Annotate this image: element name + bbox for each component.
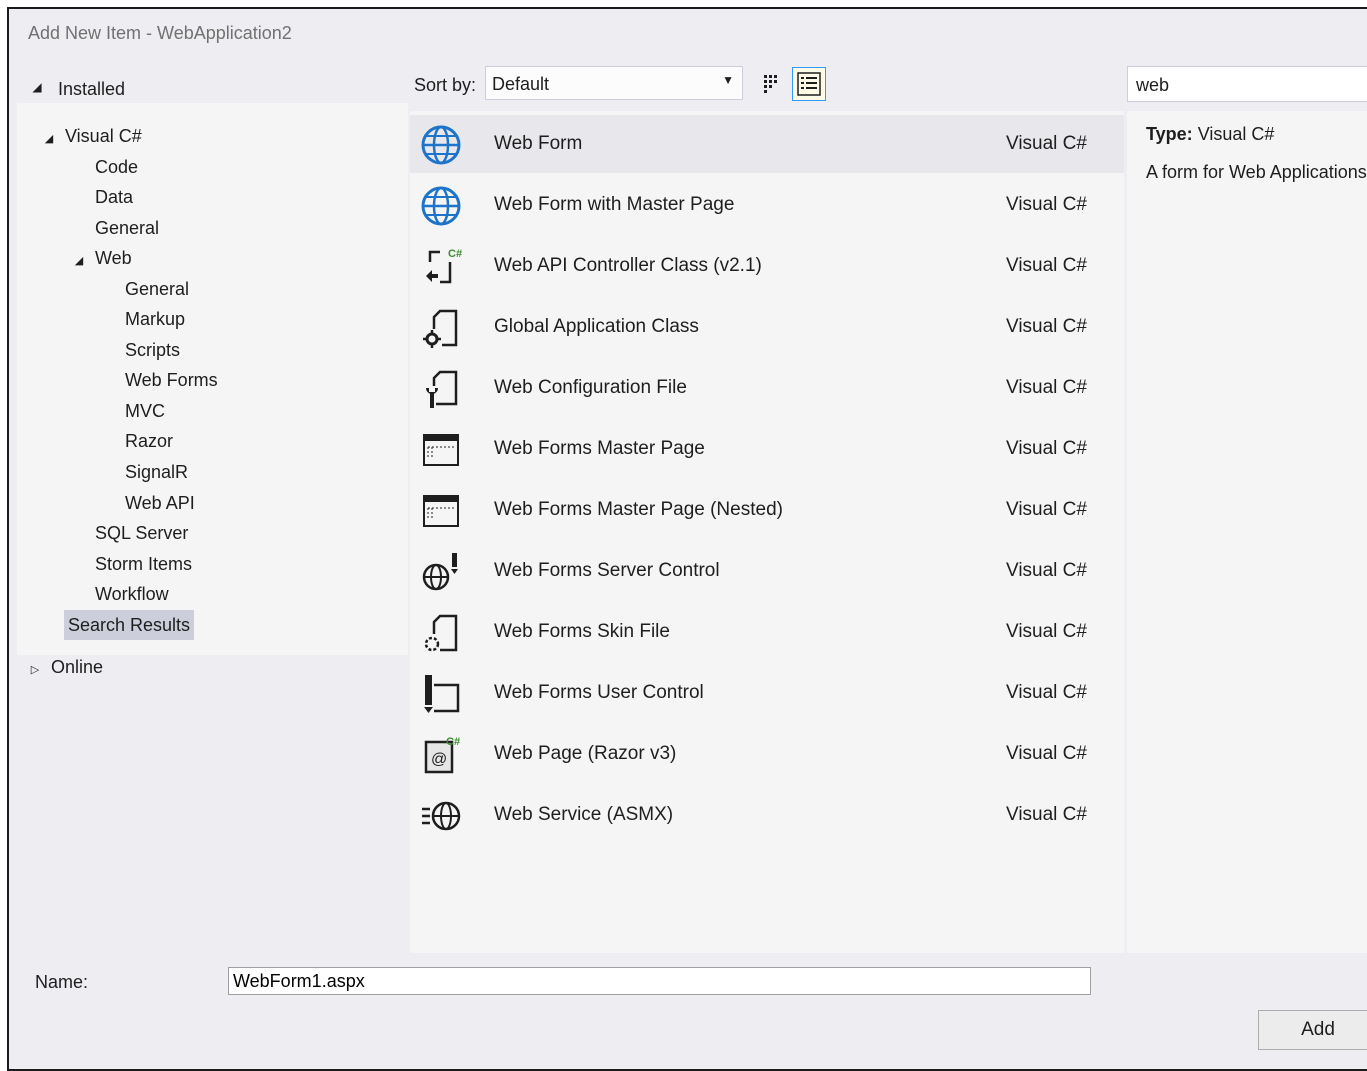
template-row-web-service[interactable]: Web Service (ASMX) Visual C# bbox=[410, 786, 1124, 844]
template-row-web-form[interactable]: Web Form Visual C# bbox=[410, 115, 1124, 173]
template-row-global-application-class[interactable]: Global Application Class Visual C# bbox=[410, 298, 1124, 356]
tree-item-markup[interactable]: Markup bbox=[125, 304, 185, 334]
template-row-razor-page[interactable]: @ C# Web Page (Razor v3) Visual C# bbox=[410, 725, 1124, 783]
tree-item-mvc[interactable]: MVC bbox=[125, 396, 165, 426]
sort-by-dropdown[interactable]: Default ▼ bbox=[485, 66, 743, 100]
template-row-user-control[interactable]: Web Forms User Control Visual C# bbox=[410, 664, 1124, 722]
expanded-triangle-icon[interactable]: ◢ bbox=[71, 246, 87, 276]
tree-item-workflow[interactable]: Workflow bbox=[95, 579, 169, 609]
grid-view-icon bbox=[764, 75, 777, 93]
tree-item-web-api[interactable]: Web API bbox=[125, 488, 195, 518]
tree-item-signalr[interactable]: SignalR bbox=[125, 457, 188, 487]
template-name: Web Configuration File bbox=[494, 377, 687, 398]
template-row-master-page-nested[interactable]: Web Forms Master Page (Nested) Visual C# bbox=[410, 481, 1124, 539]
globe-icon bbox=[421, 186, 461, 226]
tree-item-storm-items[interactable]: Storm Items bbox=[95, 549, 192, 579]
template-row-skin-file[interactable]: Web Forms Skin File Visual C# bbox=[410, 603, 1124, 661]
template-name: Web Forms User Control bbox=[494, 682, 704, 703]
master-page-icon bbox=[423, 434, 459, 466]
dropdown-arrow-icon: ▼ bbox=[722, 73, 734, 87]
template-name: Global Application Class bbox=[494, 316, 699, 337]
category-tree: ◢ Visual C# Code Data General ◢ Web Genera… bbox=[17, 103, 408, 655]
template-name: Web Forms Master Page (Nested) bbox=[494, 499, 783, 520]
search-value: web bbox=[1136, 75, 1170, 95]
template-row-web-api-controller[interactable]: C# Web API Controller Class (v2.1) Visua… bbox=[410, 237, 1124, 295]
skin-file-icon bbox=[424, 614, 458, 652]
svg-text:C#: C# bbox=[446, 736, 460, 748]
template-name: Web API Controller Class (v2.1) bbox=[494, 255, 762, 276]
template-row-web-configuration-file[interactable]: Web Configuration File Visual C# bbox=[410, 359, 1124, 417]
template-name: Web Forms Server Control bbox=[494, 560, 720, 581]
template-language: Visual C# bbox=[1006, 682, 1087, 703]
tree-item-general[interactable]: General bbox=[95, 213, 159, 243]
item-description: A form for Web Applications bbox=[1146, 162, 1367, 182]
tree-item-data[interactable]: Data bbox=[95, 182, 133, 212]
type-value: Visual C# bbox=[1197, 124, 1275, 144]
expanded-triangle-icon[interactable]: ◢ bbox=[29, 80, 45, 94]
globe-icon bbox=[421, 125, 461, 165]
tree-item-web[interactable]: ◢ Web bbox=[71, 243, 132, 273]
tree-item-web-forms[interactable]: Web Forms bbox=[125, 365, 218, 395]
template-name: Web Forms Master Page bbox=[494, 438, 705, 459]
globe-control-icon bbox=[422, 553, 458, 591]
svg-text:C#: C# bbox=[448, 248, 462, 260]
tree-item-scripts[interactable]: Scripts bbox=[125, 335, 180, 365]
title-bar: Add New Item - WebApplication2 bbox=[9, 9, 1367, 59]
gear-file-icon bbox=[423, 309, 458, 348]
template-language: Visual C# bbox=[1006, 621, 1087, 642]
sort-by-value: Default bbox=[492, 74, 550, 94]
online-node[interactable]: ▷ Online bbox=[27, 657, 103, 678]
small-icons-view-button[interactable] bbox=[755, 67, 789, 101]
tree-item-razor[interactable]: Razor bbox=[125, 426, 173, 456]
search-installed-input[interactable]: web bbox=[1127, 66, 1367, 102]
type-label: Type: bbox=[1146, 124, 1193, 144]
template-language: Visual C# bbox=[1006, 499, 1087, 520]
wrench-file-icon bbox=[426, 370, 458, 408]
template-name: Web Forms Skin File bbox=[494, 621, 670, 642]
dialog-title: Add New Item - WebApplication2 bbox=[28, 23, 292, 43]
details-panel: Type: Visual C# A form for Web Applicati… bbox=[1127, 111, 1367, 953]
template-language: Visual C# bbox=[1006, 255, 1087, 276]
template-language: Visual C# bbox=[1006, 560, 1087, 581]
template-language: Visual C# bbox=[1006, 316, 1087, 337]
template-language: Visual C# bbox=[1006, 438, 1087, 459]
template-row-master-page[interactable]: Web Forms Master Page Visual C# bbox=[410, 420, 1124, 478]
add-button[interactable]: Add bbox=[1258, 1010, 1367, 1050]
master-page-icon bbox=[423, 495, 459, 527]
user-control-icon bbox=[424, 675, 460, 713]
template-name: Web Service (ASMX) bbox=[494, 804, 674, 825]
razor-page-icon: @ C# bbox=[424, 736, 460, 774]
template-row-web-form-master[interactable]: Web Form with Master Page Visual C# bbox=[410, 176, 1124, 234]
template-language: Visual C# bbox=[1006, 377, 1087, 398]
installed-node[interactable]: ◢ Installed bbox=[17, 67, 408, 103]
name-label: Name: bbox=[35, 972, 89, 992]
template-language: Visual C# bbox=[1006, 194, 1087, 215]
template-language: Visual C# bbox=[1006, 743, 1087, 764]
type-line: Type: Visual C# bbox=[1146, 124, 1274, 145]
name-input[interactable] bbox=[228, 967, 1091, 995]
tree-item-sql-server[interactable]: SQL Server bbox=[95, 518, 188, 548]
list-view-icon bbox=[797, 72, 821, 96]
add-new-item-dialog: Add New Item - WebApplication2 ◢ Install… bbox=[7, 7, 1367, 1071]
expanded-triangle-icon[interactable]: ◢ bbox=[41, 124, 57, 154]
template-row-server-control[interactable]: Web Forms Server Control Visual C# bbox=[410, 542, 1124, 600]
list-view-button[interactable] bbox=[792, 67, 826, 101]
template-language: Visual C# bbox=[1006, 133, 1087, 154]
tree-item-web-general[interactable]: General bbox=[125, 274, 189, 304]
sort-by-label: Sort by: bbox=[414, 75, 477, 95]
template-name: Web Page (Razor v3) bbox=[494, 743, 677, 764]
template-name: Web Form bbox=[494, 133, 583, 154]
web-service-icon bbox=[422, 801, 461, 831]
collapsed-triangle-icon[interactable]: ▷ bbox=[27, 663, 43, 676]
template-list: Web Form Visual C# Web Form with Master … bbox=[410, 111, 1124, 953]
tree-item-code[interactable]: Code bbox=[95, 152, 138, 182]
svg-text:@: @ bbox=[431, 751, 447, 768]
installed-label: Installed bbox=[58, 79, 126, 99]
tree-item-search-results[interactable]: Search Results bbox=[64, 610, 195, 640]
template-name: Web Form with Master Page bbox=[494, 194, 735, 215]
tree-item-visual-csharp[interactable]: ◢ Visual C# bbox=[41, 121, 142, 151]
template-language: Visual C# bbox=[1006, 804, 1087, 825]
controller-class-icon: C# bbox=[426, 248, 462, 284]
